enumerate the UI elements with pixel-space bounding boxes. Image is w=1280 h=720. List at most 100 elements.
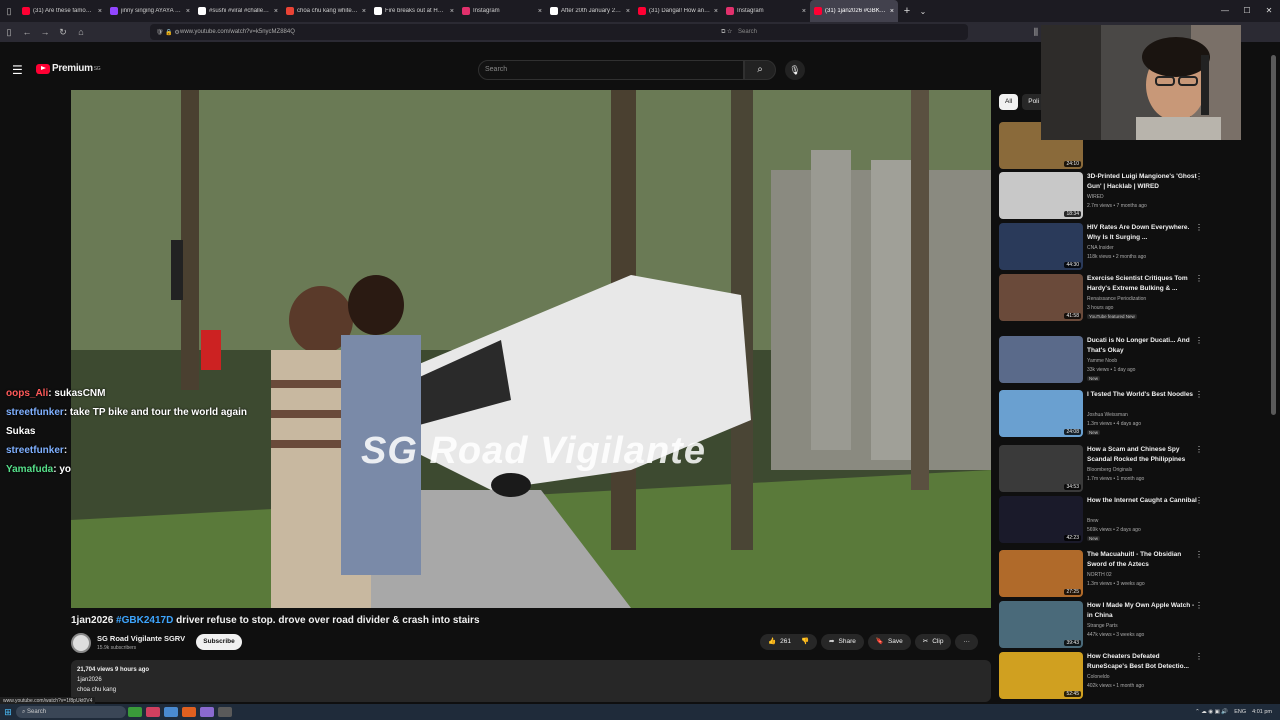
- video-title[interactable]: How a Scam and Chinese Spy Scandal Rocke…: [1087, 445, 1197, 465]
- video-channel[interactable]: Joshua Weissman: [1087, 412, 1197, 418]
- video-thumbnail[interactable]: 18:34: [999, 172, 1083, 219]
- video-title[interactable]: How I Made My Own Apple Watch - in China: [1087, 601, 1197, 621]
- tab-close-icon[interactable]: ×: [274, 8, 278, 15]
- video-thumbnail[interactable]: 52:45: [999, 652, 1083, 699]
- video-thumbnail[interactable]: 34:53: [999, 445, 1083, 492]
- video-thumbnail[interactable]: 39:43: [999, 601, 1083, 648]
- more-options-icon[interactable]: ⋮: [1195, 496, 1203, 505]
- hashtag-link[interactable]: #GBK2417D: [116, 615, 173, 626]
- video-title[interactable]: How Cheaters Defeated RuneScape's Best B…: [1087, 652, 1197, 672]
- tray-icons[interactable]: ⌃ ☁ ◉ ▣ 🔊: [1195, 709, 1228, 715]
- browser-tab[interactable]: Fire breaks out at Hong Lim foo×: [370, 0, 458, 22]
- recommended-video[interactable]: 27:25 The Macuahuitl - The Obsidian Sword…: [999, 550, 1209, 600]
- tab-close-icon[interactable]: ×: [98, 8, 102, 15]
- voice-search-button[interactable]: 🎙: [785, 60, 805, 80]
- forward-button[interactable]: →: [36, 27, 54, 37]
- language-indicator[interactable]: ENG: [1234, 709, 1246, 715]
- video-channel[interactable]: CNA Insider: [1087, 245, 1197, 251]
- save-button[interactable]: 🔖 Save: [867, 634, 911, 650]
- video-channel[interactable]: Bloomberg Originals: [1087, 467, 1197, 473]
- browser-search-field[interactable]: Search: [738, 29, 968, 35]
- more-options-icon[interactable]: ⋮: [1195, 390, 1203, 399]
- home-button[interactable]: ⌂: [72, 27, 90, 37]
- address-bar[interactable]: 🛡 🔒 ⚙ www.youtube.com/watch?v=k5nycMZ884…: [150, 24, 968, 40]
- video-thumbnail[interactable]: [999, 336, 1083, 383]
- clock[interactable]: 4:01 pm: [1252, 709, 1272, 715]
- video-title[interactable]: The Macuahuitl - The Obsidian Sword of t…: [1087, 550, 1197, 570]
- scrollbar-thumb[interactable]: [1271, 55, 1276, 415]
- app-icon[interactable]: [146, 707, 160, 717]
- subscribe-button[interactable]: Subscribe: [196, 634, 242, 650]
- back-button[interactable]: ←: [18, 27, 36, 37]
- like-button[interactable]: 👍 261 👎: [760, 634, 818, 650]
- channel-name[interactable]: SG Road Vigilante SGRV: [97, 634, 185, 643]
- video-title[interactable]: How the Internet Caught a Cannibal: [1087, 496, 1197, 506]
- page-scrollbar[interactable]: [1270, 55, 1278, 425]
- more-options-icon[interactable]: ⋮: [1195, 172, 1203, 181]
- tab-close-icon[interactable]: ×: [450, 8, 454, 15]
- taskbar-search[interactable]: ⌕ Search: [16, 706, 126, 718]
- browser-tab[interactable]: After 20th January 2026 U Can'×: [546, 0, 634, 22]
- video-channel[interactable]: Yamme Noob: [1087, 358, 1197, 364]
- tab-close-icon[interactable]: ×: [362, 8, 366, 15]
- reader-icon[interactable]: ⧉ ☆: [721, 29, 732, 36]
- browser-tab[interactable]: jinny singing AYAYA - Twitch×: [106, 0, 194, 22]
- video-channel[interactable]: Brew: [1087, 518, 1197, 524]
- site-info-icon[interactable]: 🛡 🔒 ⚙: [156, 29, 180, 36]
- tab-close-icon[interactable]: ×: [538, 8, 542, 15]
- video-channel[interactable]: Coloneldo: [1087, 674, 1197, 680]
- video-player[interactable]: SG Road Vigilante: [71, 90, 991, 608]
- video-title[interactable]: 3D-Printed Luigi Mangione's 'Ghost Gun' …: [1087, 172, 1197, 192]
- sidebar-toggle-icon[interactable]: ▯: [0, 6, 18, 17]
- tab-list-icon[interactable]: ⌄: [916, 7, 930, 16]
- browser-tab[interactable]: choa chu kang white van drive×: [282, 0, 370, 22]
- video-channel[interactable]: Strange Parts: [1087, 623, 1197, 629]
- description-box[interactable]: 21,704 views 9 hours ago 1jan2026 choa c…: [71, 660, 991, 702]
- tab-close-icon[interactable]: ×: [802, 8, 806, 15]
- youtube-logo[interactable]: Premium SG: [36, 63, 101, 74]
- start-button[interactable]: ⊞: [0, 707, 16, 718]
- video-channel[interactable]: Renaissance Periodization: [1087, 296, 1197, 302]
- tab-close-icon[interactable]: ×: [890, 8, 894, 15]
- maximize-button[interactable]: ☐: [1236, 0, 1258, 22]
- video-title[interactable]: HIV Rates Are Down Everywhere. Why Is It…: [1087, 223, 1197, 243]
- share-button[interactable]: ➦ Share: [821, 634, 864, 650]
- app-icon[interactable]: [164, 707, 178, 717]
- more-options-icon[interactable]: ⋮: [1195, 336, 1203, 345]
- video-title[interactable]: Exercise Scientist Critiques Tom Hardy's…: [1087, 274, 1197, 294]
- sidebar-icon[interactable]: ▯: [0, 27, 18, 38]
- video-channel[interactable]: WIRED: [1087, 194, 1197, 200]
- recommended-video[interactable]: 44:30 HIV Rates Are Down Everywhere. Why …: [999, 223, 1209, 273]
- more-options-icon[interactable]: ⋮: [1195, 601, 1203, 610]
- video-thumbnail[interactable]: 41:58: [999, 274, 1083, 321]
- app-icon[interactable]: [182, 707, 196, 717]
- channel-avatar[interactable]: [71, 633, 91, 653]
- close-window-button[interactable]: ✕: [1258, 0, 1280, 22]
- recommended-video[interactable]: 42:23 How the Internet Caught a Cannibal B…: [999, 496, 1209, 546]
- recommended-video[interactable]: 34:53 How a Scam and Chinese Spy Scandal …: [999, 445, 1209, 495]
- more-options-icon[interactable]: ⋮: [1195, 550, 1203, 559]
- recommended-video[interactable]: 24:08 I Tested The World's Best Noodles Jo…: [999, 390, 1209, 440]
- search-button[interactable]: ⌕: [744, 60, 776, 80]
- minimize-button[interactable]: —: [1214, 0, 1236, 22]
- menu-icon[interactable]: ☰: [12, 63, 23, 77]
- app-icon[interactable]: [200, 707, 214, 717]
- browser-tab[interactable]: (31) Are these famous butter ca×: [18, 0, 106, 22]
- browser-tab[interactable]: Instagram ×: [722, 0, 810, 22]
- recommended-video[interactable]: 39:43 How I Made My Own Apple Watch - in …: [999, 601, 1209, 651]
- more-actions-button[interactable]: ···: [955, 634, 978, 650]
- more-options-icon[interactable]: ⋮: [1195, 652, 1203, 661]
- clip-button[interactable]: ✂ Clip: [914, 634, 952, 650]
- browser-tab[interactable]: #sushi #viral #challenge #puzz×: [194, 0, 282, 22]
- recommended-video[interactable]: 52:45 How Cheaters Defeated RuneScape's B…: [999, 652, 1209, 702]
- tab-close-icon[interactable]: ×: [626, 8, 630, 15]
- browser-tab[interactable]: (31) Dangal! How an Indian Film×: [634, 0, 722, 22]
- video-thumbnail[interactable]: 27:25: [999, 550, 1083, 597]
- new-tab-button[interactable]: +: [898, 5, 916, 17]
- more-options-icon[interactable]: ⋮: [1195, 223, 1203, 232]
- recommended-video[interactable]: 18:34 3D-Printed Luigi Mangione's 'Ghost …: [999, 172, 1209, 222]
- more-options-icon[interactable]: ⋮: [1195, 274, 1203, 283]
- thumbs-down-icon[interactable]: 👎: [801, 634, 809, 650]
- recommended-video[interactable]: 41:58 Exercise Scientist Critiques Tom Ha…: [999, 274, 1209, 324]
- tab-close-icon[interactable]: ×: [714, 8, 718, 15]
